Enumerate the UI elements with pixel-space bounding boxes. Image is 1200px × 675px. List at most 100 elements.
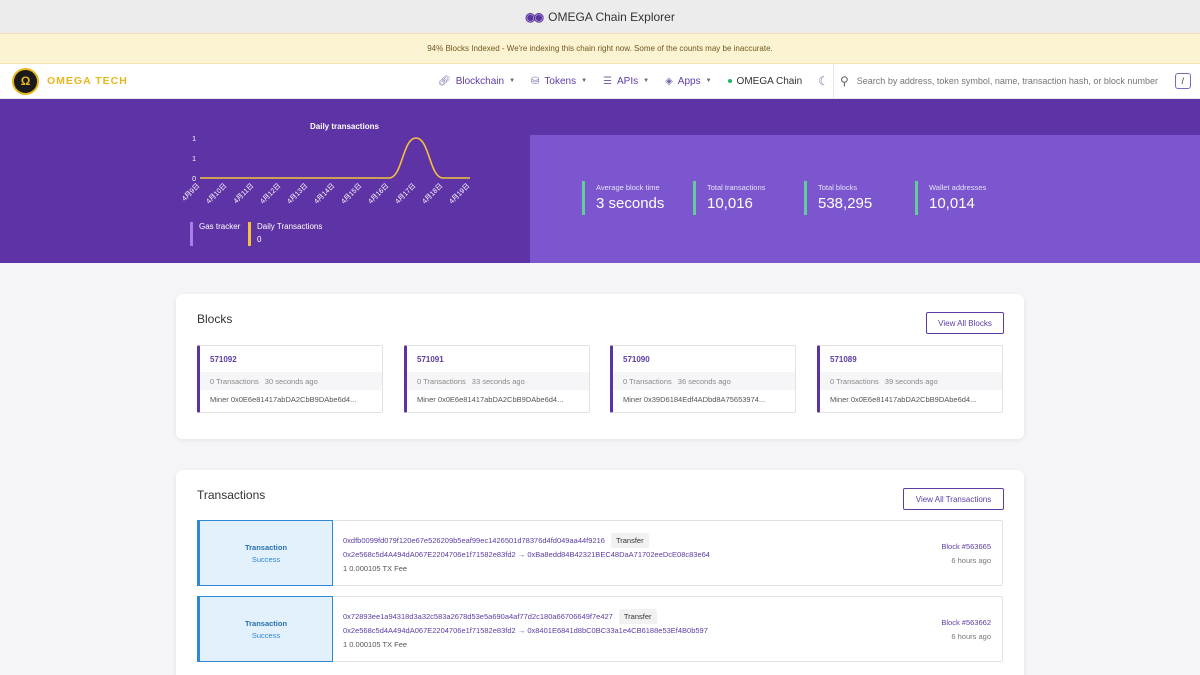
x-tick-label: 4月12日 xyxy=(259,182,283,206)
transaction-row: Transaction Success 0x72893ee1a94318d3a3… xyxy=(197,596,1003,662)
tx-hash-link[interactable]: 0x72893ee1a94318d3a32c583a2678d53e5a690a… xyxy=(343,612,613,621)
hero-section: Daily transactions 0 1 1 4月9日 4月10日 4月11日 4月12日… xyxy=(0,99,1200,263)
tx-type-tag: Transfer xyxy=(618,609,657,624)
nav-blockchain-label: Blockchain xyxy=(455,75,505,87)
network-selector[interactable]: OMEGA Chain xyxy=(727,75,803,87)
tx-fee: 0.000105 TX Fee xyxy=(349,640,408,649)
tx-status-badge: Transaction Success xyxy=(197,596,333,662)
y-tick-label: 1 xyxy=(192,136,196,143)
view-all-transactions-button[interactable]: View All Transactions xyxy=(903,488,1004,510)
window-title-bar: ◉◉ OMEGA Chain Explorer xyxy=(0,0,1200,33)
y-tick-label: 0 xyxy=(192,176,196,183)
x-tick-label: 4月15日 xyxy=(340,182,364,206)
transaction-row: Transaction Success 0xdfb0099fd079f120e6… xyxy=(197,520,1003,586)
window-title: OMEGA Chain Explorer xyxy=(548,9,675,24)
block-number[interactable]: 571089 xyxy=(830,355,857,364)
nav-apps-label: Apps xyxy=(677,75,701,87)
block-number[interactable]: 571092 xyxy=(210,355,237,364)
legend-daily-value: 0 xyxy=(257,235,262,244)
block-age: 33 seconds ago xyxy=(471,376,525,386)
block-age: 30 seconds ago xyxy=(264,376,318,386)
block-number[interactable]: 571091 xyxy=(417,355,444,364)
legend-gas-label: Gas tracker xyxy=(199,222,241,231)
tx-status: Success xyxy=(251,554,281,564)
block-age: 39 seconds ago xyxy=(884,376,938,386)
tx-status-badge: Transaction Success xyxy=(197,520,333,586)
stat-value: 10,014 xyxy=(929,195,975,212)
tx-block-link[interactable]: Block #563665 xyxy=(941,542,991,551)
block-miner[interactable]: Miner 0x0E6e81417abDA2CbB9DAbe6d4... xyxy=(210,395,375,404)
stat-average-block-time: Average block time 3 seconds xyxy=(582,181,664,215)
tx-value: 1 xyxy=(343,564,348,573)
legend-gas-tracker[interactable]: Gas tracker xyxy=(190,222,240,246)
search-icon: ⚲ xyxy=(840,74,849,88)
x-tick-label: 4月18日 xyxy=(421,182,445,206)
navbar: Ω OMEGA TECH 🔗︎ Blockchain ▼ ⛁ Tokens ▼ … xyxy=(0,64,1200,99)
tx-age: 6 hours ago xyxy=(951,632,991,641)
block-tx-count: 0 Transactions xyxy=(210,376,259,386)
block-tx-count: 0 Transactions xyxy=(830,376,879,386)
search-input[interactable] xyxy=(856,76,1171,86)
stat-total-transactions: Total transactions 10,016 xyxy=(693,181,765,215)
link-icon: 🔗︎ xyxy=(438,75,451,87)
tx-type-tag: Transfer xyxy=(610,533,649,548)
tx-from-to[interactable]: 0x2e568c5d4A494dA067E2204706e1f71582e83f… xyxy=(343,550,710,559)
tx-age: 6 hours ago xyxy=(951,556,991,565)
x-tick-label: 4月14日 xyxy=(313,182,337,206)
stat-total-blocks: Total blocks 538,295 xyxy=(804,181,872,215)
tx-from-to[interactable]: 0x2e568c5d4A494dA067E2204706e1f71582e83f… xyxy=(343,626,708,635)
stat-label: Average block time xyxy=(596,183,660,192)
nav-blockchain[interactable]: 🔗︎ Blockchain ▼ xyxy=(438,76,515,87)
block-tile[interactable]: 571089 0 Transactions 39 seconds ago Min… xyxy=(817,345,1003,413)
x-tick-label: 4月9日 xyxy=(180,182,201,203)
series-line xyxy=(200,137,470,179)
block-tile[interactable]: 571091 0 Transactions 33 seconds ago Min… xyxy=(404,345,590,413)
stat-label: Total transactions xyxy=(707,183,766,192)
binoculars-icon: ◉◉ xyxy=(525,9,544,24)
block-tile[interactable]: 571092 0 Transactions 30 seconds ago Min… xyxy=(197,345,383,413)
block-tx-count: 0 Transactions xyxy=(417,376,466,386)
block-meta: 0 Transactions 39 seconds ago xyxy=(820,372,1002,390)
banner-text: 94% Blocks Indexed - We're indexing this… xyxy=(427,44,773,53)
nav-apps[interactable]: ◈ Apps ▼ xyxy=(665,76,711,87)
brand-link[interactable]: Ω OMEGA TECH xyxy=(12,67,128,95)
tx-block-link[interactable]: Block #563662 xyxy=(941,618,991,627)
layers-icon: ◈ xyxy=(665,75,673,87)
block-meta: 0 Transactions 36 seconds ago xyxy=(613,372,795,390)
block-meta: 0 Transactions 33 seconds ago xyxy=(407,372,589,390)
network-label: OMEGA Chain xyxy=(736,75,803,87)
transactions-title: Transactions xyxy=(197,488,266,502)
nav-links: 🔗︎ Blockchain ▼ ⛁ Tokens ▼ ☰ APIs ▼ ◈ Ap… xyxy=(438,64,829,99)
view-all-blocks-button[interactable]: View All Blocks xyxy=(926,312,1004,334)
block-miner[interactable]: Miner 0x0E6e81417abDA2CbB9DAbe6d4... xyxy=(417,395,582,404)
tx-hash-link[interactable]: 0xdfb0099fd079f120e67e526209b5eaf99ec142… xyxy=(343,536,605,545)
indexing-banner: 94% Blocks Indexed - We're indexing this… xyxy=(0,33,1200,64)
x-tick-label: 4月11日 xyxy=(232,182,255,205)
moon-icon[interactable]: ☾ xyxy=(818,74,829,88)
y-tick-label: 1 xyxy=(192,156,196,163)
block-miner[interactable]: Miner 0x39D6184Edf4ADbd8A75653974... xyxy=(623,395,788,404)
tx-hash-line: 0x72893ee1a94318d3a32c583a2678d53e5a690a… xyxy=(343,609,657,624)
nav-apis[interactable]: ☰ APIs ▼ xyxy=(603,76,649,87)
block-number[interactable]: 571090 xyxy=(623,355,650,364)
omega-logo-icon: Ω xyxy=(12,67,39,95)
tx-status: Success xyxy=(251,630,281,640)
stat-value: 3 seconds xyxy=(596,195,665,212)
tx-fee-line: 1 0.000105 TX Fee xyxy=(343,564,407,573)
stat-value: 538,295 xyxy=(818,195,873,212)
x-tick-label: 4月10日 xyxy=(205,182,229,206)
stat-wallet-addresses: Wallet addresses 10,014 xyxy=(915,181,986,215)
search-shortcut-key: / xyxy=(1174,73,1191,89)
stat-label: Total blocks xyxy=(818,183,858,192)
tx-fee-line: 1 0.000105 TX Fee xyxy=(343,640,407,649)
x-tick-label: 4月19日 xyxy=(448,182,472,206)
sliders-icon: ☰ xyxy=(603,75,613,87)
nav-tokens[interactable]: ⛁ Tokens ▼ xyxy=(531,76,587,87)
legend-daily-label: Daily Transactions xyxy=(257,222,323,231)
stat-value: 10,016 xyxy=(707,195,753,212)
block-miner[interactable]: Miner 0x0E6e81417abDA2CbB9DAbe6d4... xyxy=(830,395,995,404)
chevron-down-icon: ▼ xyxy=(643,78,650,84)
brand-name: OMEGA TECH xyxy=(47,75,128,87)
block-tile[interactable]: 571090 0 Transactions 36 seconds ago Min… xyxy=(610,345,796,413)
legend-daily-transactions[interactable]: Daily Transactions 0 xyxy=(248,222,322,246)
